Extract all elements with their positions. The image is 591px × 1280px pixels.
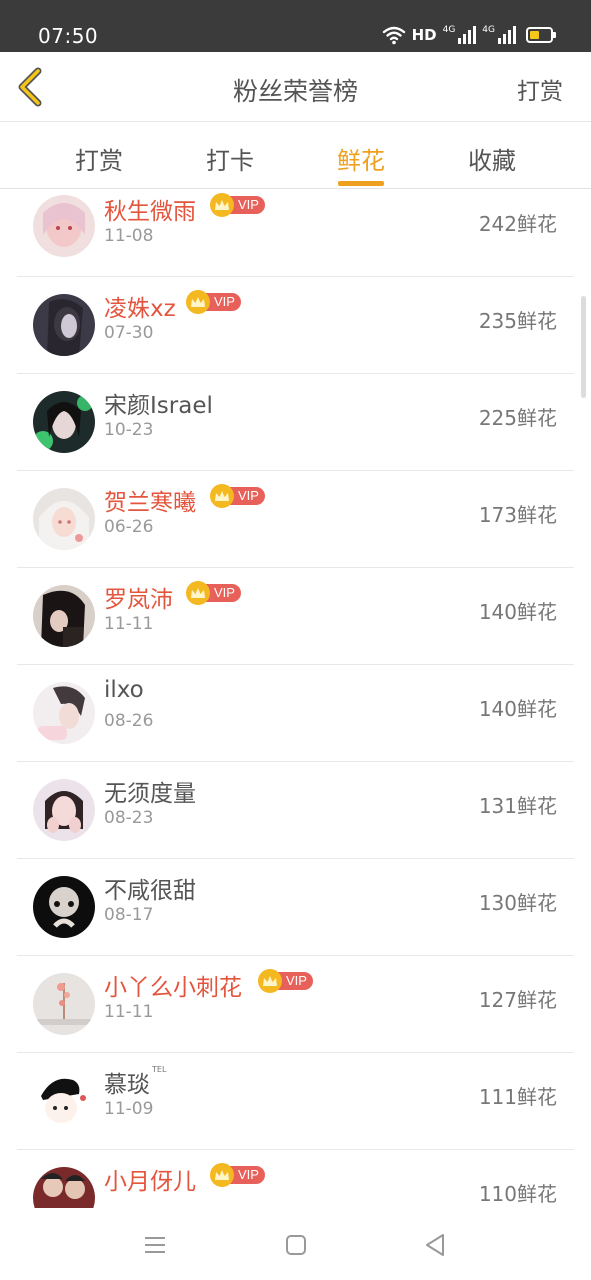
- user-date: 10-23: [104, 420, 154, 440]
- wifi-icon: [382, 26, 405, 45]
- avatar: [33, 876, 95, 938]
- avatar: [33, 1167, 95, 1208]
- user-date: 11-08: [104, 226, 154, 246]
- vip-badge: VIP: [210, 484, 265, 508]
- flower-count: 173鲜花: [478, 503, 557, 527]
- list-item[interactable]: ilxo 08-26 140鲜花: [0, 665, 591, 762]
- flower-count: 131鲜花: [478, 794, 557, 818]
- tab-label: 打卡: [206, 147, 254, 175]
- flower-count: 110鲜花: [478, 1182, 557, 1206]
- flower-count: 140鲜花: [478, 600, 557, 624]
- list-item[interactable]: 凌姝xz VIP 07-30 235鲜花: [0, 277, 591, 374]
- hd-indicator: HD: [411, 26, 437, 44]
- tab-flowers[interactable]: 鲜花: [316, 141, 406, 186]
- tab-favorites[interactable]: 收藏: [447, 141, 537, 176]
- flower-count: 111鲜花: [478, 1085, 557, 1109]
- home-icon[interactable]: [283, 1232, 309, 1258]
- reward-button[interactable]: 打赏: [517, 72, 563, 106]
- avatar: [33, 779, 95, 841]
- signal-icon-2: 4G: [482, 26, 516, 44]
- list-item[interactable]: 小丫么小刺花 VIP 11-11 127鲜花: [0, 956, 591, 1053]
- vip-badge: VIP: [186, 581, 241, 605]
- network-type-2: 4G: [482, 25, 495, 35]
- user-date: 08-23: [104, 808, 154, 828]
- battery-icon: [526, 27, 556, 43]
- user-name: 小月伢儿: [104, 1169, 196, 1195]
- crown-icon: [210, 1163, 234, 1187]
- top-app-bar: 粉丝荣誉榜 打赏: [0, 52, 591, 122]
- user-date: 06-26: [104, 517, 154, 537]
- tab-label: 收藏: [468, 147, 516, 175]
- flower-count: 235鲜花: [478, 309, 557, 333]
- user-name: 小丫么小刺花: [104, 975, 242, 1001]
- list-item[interactable]: 罗岚沛 VIP 11-11 140鲜花: [0, 568, 591, 665]
- user-name: 宋颜Israel: [104, 393, 213, 419]
- user-date: 11-11: [104, 614, 154, 634]
- list-item[interactable]: 贺兰寒曦 VIP 06-26 173鲜花: [0, 471, 591, 568]
- user-date: 11-09: [104, 1099, 154, 1119]
- tab-checkin[interactable]: 打卡: [185, 141, 275, 176]
- avatar: [33, 195, 95, 257]
- page-title: 粉丝荣誉榜: [232, 77, 358, 106]
- user-date: 08-26: [104, 711, 154, 731]
- avatar: [33, 488, 95, 550]
- crown-icon: [210, 484, 234, 508]
- vip-badge: VIP: [210, 1163, 265, 1187]
- list-item[interactable]: 秋生微雨 VIP 11-08 242鲜花: [0, 190, 591, 277]
- user-name: 慕琰TEL: [104, 1065, 166, 1099]
- tab-active-indicator: [338, 181, 384, 186]
- flower-count: 225鲜花: [478, 406, 557, 430]
- tab-label: 打赏: [75, 147, 123, 175]
- avatar: [33, 1070, 95, 1132]
- user-name-text: 慕琰: [104, 1072, 150, 1098]
- user-date: 11-11: [104, 1002, 154, 1022]
- status-bar: 07:50 HD 4G 4G: [0, 0, 591, 52]
- vip-badge: VIP: [258, 969, 313, 993]
- user-name: ilxo: [104, 677, 144, 703]
- list-item[interactable]: 无须度量 08-23 131鲜花: [0, 762, 591, 859]
- status-icons: HD 4G 4G: [382, 22, 556, 48]
- network-type-1: 4G: [442, 25, 456, 35]
- list-item[interactable]: 宋颜Israel 10-23 225鲜花: [0, 374, 591, 471]
- status-time: 07:50: [38, 24, 99, 48]
- user-name: 不咸很甜: [104, 878, 196, 904]
- crown-icon: [210, 193, 234, 217]
- flower-count: 242鲜花: [478, 212, 557, 236]
- crown-icon: [258, 969, 282, 993]
- user-name-superscript: TEL: [152, 1065, 167, 1074]
- avatar: [33, 973, 95, 1035]
- flower-count: 130鲜花: [478, 891, 557, 915]
- user-name: 秋生微雨: [104, 199, 196, 225]
- avatar: [33, 391, 95, 453]
- user-date: 07-30: [104, 323, 154, 343]
- list-item[interactable]: 不咸很甜 08-17 130鲜花: [0, 859, 591, 956]
- avatar: [33, 682, 95, 744]
- back-triangle-icon[interactable]: [422, 1232, 448, 1258]
- menu-icon[interactable]: [142, 1232, 168, 1258]
- fan-ranking-list[interactable]: 秋生微雨 VIP 11-08 242鲜花 凌姝xz VIP 07-30 235鲜…: [0, 190, 591, 1208]
- user-name: 凌姝xz: [104, 296, 176, 322]
- signal-icon-1: 4G: [443, 26, 477, 44]
- tab-reward[interactable]: 打赏: [54, 141, 144, 176]
- user-date: 08-17: [104, 905, 154, 925]
- user-name: 贺兰寒曦: [104, 490, 196, 516]
- system-nav-bar: [0, 1208, 591, 1280]
- flower-count: 127鲜花: [478, 988, 557, 1012]
- crown-icon: [186, 581, 210, 605]
- scrollbar[interactable]: [581, 296, 586, 398]
- flower-count: 140鲜花: [478, 697, 557, 721]
- avatar: [33, 294, 95, 356]
- vip-badge: VIP: [210, 193, 265, 217]
- user-name: 罗岚沛: [104, 587, 173, 613]
- tab-label: 鲜花: [337, 147, 385, 175]
- tab-bar: 打赏 打卡 鲜花 收藏: [0, 123, 591, 189]
- vip-badge: VIP: [186, 290, 241, 314]
- user-name: 无须度量: [104, 781, 196, 807]
- list-item[interactable]: 慕琰TEL 11-09 111鲜花: [0, 1053, 591, 1150]
- list-item[interactable]: 小月伢儿 VIP 110鲜花: [0, 1150, 591, 1208]
- crown-icon: [186, 290, 210, 314]
- avatar: [33, 585, 95, 647]
